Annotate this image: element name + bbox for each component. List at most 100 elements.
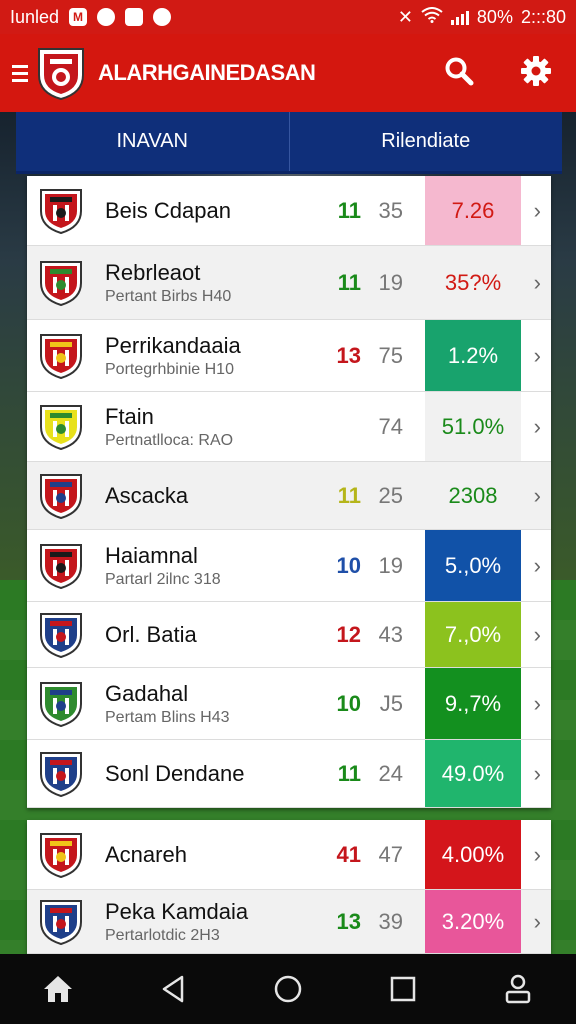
stat-primary: 11 — [337, 269, 361, 295]
stat-secondary: 25 — [378, 482, 403, 508]
battery-level: 80% — [476, 6, 513, 27]
team-name-block: Ftain Pertnatlloca: RAO — [105, 404, 315, 450]
chevron-right-icon[interactable]: › — [534, 414, 541, 440]
team-name-block: Perrikandaaia Portegrhbinie H10 — [105, 333, 315, 379]
club-logo — [38, 48, 84, 101]
team-list-secondary: Acnareh 41 47 4.00% › Peka Kamdaia Pertarlotd… — [27, 820, 551, 954]
chevron-right-icon[interactable]: › — [534, 842, 541, 868]
team-name-block: Ascacka — [105, 483, 315, 509]
percent-badge: 1.2% — [425, 320, 521, 391]
chevron-right-icon[interactable]: › — [534, 483, 541, 509]
team-name-block: Haiamnal Partarl 2ilnc 318 — [105, 543, 315, 589]
tab-right[interactable]: Rilendiate — [288, 112, 563, 171]
tab-left[interactable]: INAVAN — [16, 112, 289, 171]
team-name-block: Sonl Dendane — [105, 761, 315, 787]
search-icon[interactable] — [444, 56, 474, 91]
stat-secondary: 35 — [378, 197, 403, 223]
percent-badge: 3.20% — [425, 890, 521, 953]
chevron-right-icon[interactable]: › — [534, 691, 541, 717]
team-subtitle: Partarl 2ilnc 318 — [105, 570, 221, 588]
list-item[interactable]: Beis Cdapan 11 35 7.26 › — [27, 176, 551, 246]
app-bar: ALARHGAINEDASAN — [0, 34, 576, 112]
team-crest-icon — [40, 188, 82, 234]
list-item[interactable]: Gadahal Pertam Blins H43 10 J5 9.,7% › — [27, 668, 551, 740]
chevron-right-icon[interactable]: › — [534, 553, 541, 579]
stat-primary: 10 — [336, 690, 361, 716]
percent-badge: 9.,7% — [425, 668, 521, 739]
gear-icon[interactable] — [520, 55, 552, 92]
home-icon[interactable] — [38, 969, 78, 1009]
bluetooth-icon: ✕ — [397, 6, 413, 27]
stat-secondary: 24 — [378, 760, 403, 786]
stat-secondary: J5 — [379, 690, 403, 716]
stat-secondary: 19 — [378, 269, 403, 295]
team-crest-icon — [40, 333, 82, 379]
status-bar: Iunled M ✕ 80% 2:::80 — [0, 0, 576, 34]
list-item[interactable]: Perrikandaaia Portegrhbinie H10 13 75 1.2% › — [27, 320, 551, 392]
team-list: Beis Cdapan 11 35 7.26 › Rebrleaot Pertant Bi… — [27, 176, 551, 808]
chevron-right-icon[interactable]: › — [534, 622, 541, 648]
team-crest-icon — [40, 612, 82, 658]
team-name: Sonl Dendane — [105, 760, 245, 786]
stat-secondary: 19 — [378, 552, 403, 578]
list-item[interactable]: Ftain Pertnatlloca: RAO 74 51.0% › — [27, 392, 551, 462]
percent-badge: 7.,0% — [425, 602, 521, 667]
chevron-right-icon[interactable]: › — [534, 761, 541, 787]
team-name: Haiamnal — [105, 542, 198, 568]
stat-primary: 11 — [337, 197, 361, 223]
team-subtitle: Portegrhbinie H10 — [105, 360, 234, 378]
stat-secondary: 43 — [378, 621, 403, 647]
team-name: Orl. Batia — [105, 621, 197, 647]
list-item[interactable]: Orl. Batia 12 43 7.,0% › — [27, 602, 551, 668]
list-item[interactable]: Peka Kamdaia Pertarlotdic 2H3 13 39 3.20% › — [27, 890, 551, 954]
list-item[interactable]: Acnareh 41 47 4.00% › — [27, 820, 551, 890]
stat-primary: 13 — [336, 908, 361, 934]
list-item[interactable]: Haiamnal Partarl 2ilnc 318 10 19 5.,0% › — [27, 530, 551, 602]
chevron-right-icon[interactable]: › — [534, 343, 541, 369]
stat-primary: 41 — [336, 841, 361, 867]
team-subtitle: Pertant Birbs H40 — [105, 287, 232, 305]
chevron-right-icon[interactable]: › — [534, 198, 541, 224]
team-name-block: Rebrleaot Pertant Birbs H40 — [105, 260, 315, 306]
team-name-block: Gadahal Pertam Blins H43 — [105, 681, 315, 727]
stat-secondary: 74 — [378, 413, 403, 439]
team-crest-icon — [40, 473, 82, 519]
list-item[interactable]: Rebrleaot Pertant Birbs H40 11 19 35?% › — [27, 246, 551, 320]
account-icon[interactable] — [498, 969, 538, 1009]
percent-badge: 4.00% — [425, 820, 521, 889]
team-name: Ascacka — [105, 482, 189, 508]
team-crest-icon — [40, 260, 82, 306]
team-name: Ftain — [105, 403, 154, 429]
clock: 2:::80 — [520, 6, 566, 27]
signal-icon — [450, 9, 469, 25]
stat-primary: 10 — [336, 552, 361, 578]
team-subtitle: Pertam Blins H43 — [105, 708, 230, 726]
percent-badge: 2308 — [425, 462, 521, 529]
tab-bar: INAVAN Rilendiate — [16, 112, 562, 174]
mail-notification-icon: M — [69, 8, 88, 26]
list-item[interactable]: Sonl Dendane 11 24 49.0% › — [27, 740, 551, 808]
team-name: Beis Cdapan — [105, 197, 231, 223]
team-subtitle: Pertnatlloca: RAO — [105, 431, 234, 449]
back-icon[interactable] — [153, 969, 193, 1009]
stat-primary: 13 — [336, 342, 361, 368]
percent-badge: 51.0% — [425, 392, 521, 461]
tab-left-label: INAVAN — [116, 130, 189, 152]
system-nav-bar — [0, 954, 576, 1024]
percent-badge: 49.0% — [425, 740, 521, 807]
team-name: Peka Kamdaia — [105, 898, 249, 924]
chevron-right-icon[interactable]: › — [534, 909, 541, 935]
recents-icon[interactable] — [383, 969, 423, 1009]
list-item[interactable]: Ascacka 11 25 2308 › — [27, 462, 551, 530]
chat-notification-icon — [97, 8, 116, 26]
percent-badge: 7.26 — [425, 176, 521, 245]
stat-secondary: 47 — [378, 841, 403, 867]
team-crest-icon — [40, 751, 82, 797]
home-circle-icon[interactable] — [268, 969, 308, 1009]
percent-badge: 35?% — [425, 246, 521, 319]
menu-icon[interactable] — [12, 64, 28, 82]
carrier-label: Iunled — [10, 6, 60, 27]
wifi-icon — [421, 6, 443, 28]
chevron-right-icon[interactable]: › — [534, 270, 541, 296]
team-subtitle: Pertarlotdic 2H3 — [105, 926, 220, 944]
